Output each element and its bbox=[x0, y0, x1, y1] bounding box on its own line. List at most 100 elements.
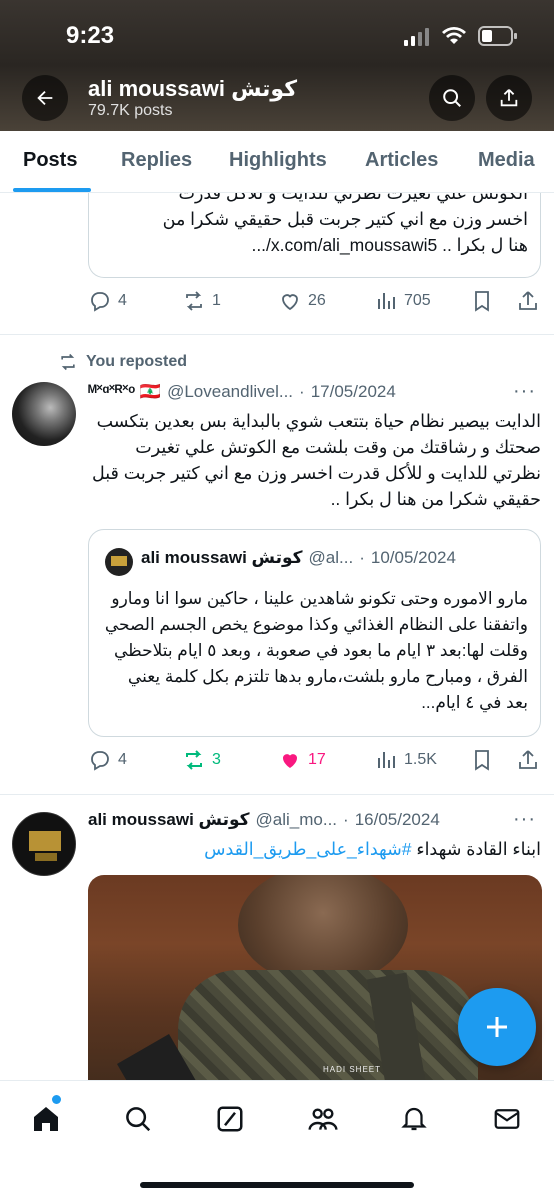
post-actions: 4 1 26 705 bbox=[88, 289, 543, 319]
tab-replies[interactable]: Replies bbox=[121, 149, 192, 172]
author-name[interactable]: ali moussawi كوتش bbox=[88, 810, 250, 830]
quote-line: هنا ل بكرا .. x.com/ali_moussawi5/... bbox=[251, 235, 528, 255]
home-indicator bbox=[140, 1182, 414, 1188]
nav-grok[interactable] bbox=[210, 1099, 250, 1139]
quoted-post-card[interactable]: الكوتش علي تغيرت نظرتي للدايت و للأكل قد… bbox=[88, 180, 541, 278]
share-post-button[interactable] bbox=[516, 748, 540, 772]
view-count: 705 bbox=[404, 292, 431, 309]
share-icon bbox=[519, 750, 537, 769]
share-icon bbox=[519, 291, 537, 310]
more-options-icon[interactable]: ··· bbox=[513, 808, 536, 831]
back-arrow-icon bbox=[37, 90, 53, 106]
repost-button[interactable]: 3 bbox=[182, 748, 221, 772]
author-handle[interactable]: @ali_mo... bbox=[256, 810, 338, 830]
like-button[interactable]: 17 bbox=[278, 748, 326, 772]
views-icon bbox=[378, 293, 395, 309]
author-name[interactable]: ᴹ˟ᵅ˟ᴿ˟ᵒ 🇱🇧 bbox=[88, 382, 161, 402]
views-button[interactable]: 1.5K bbox=[374, 748, 437, 772]
hashtag-link[interactable]: #شهداء_على_طريق_القدس bbox=[204, 839, 411, 859]
post-header: ali moussawi كوتش @ali_mo... · 16/05/202… bbox=[88, 810, 440, 830]
more-options-icon[interactable]: ··· bbox=[513, 380, 536, 403]
share-post-button[interactable] bbox=[516, 289, 540, 313]
signal-icon bbox=[404, 28, 429, 46]
repost-icon bbox=[61, 353, 75, 371]
like-count: 17 bbox=[308, 751, 326, 768]
search-button[interactable] bbox=[429, 75, 475, 121]
post-header: ᴹ˟ᵅ˟ᴿ˟ᵒ 🇱🇧 @Loveandlivel... · 17/05/2024 bbox=[88, 382, 396, 402]
profile-name: ali moussawi كوتش bbox=[88, 76, 298, 101]
avatar[interactable] bbox=[12, 382, 76, 446]
post-divider bbox=[0, 334, 554, 335]
search-icon bbox=[126, 1107, 151, 1132]
messages-icon bbox=[494, 1109, 520, 1129]
post-divider bbox=[0, 794, 554, 795]
tab-articles[interactable]: Articles bbox=[365, 149, 438, 172]
views-button[interactable]: 705 bbox=[374, 289, 431, 313]
repost-count: 1 bbox=[212, 292, 221, 309]
view-count: 1.5K bbox=[404, 751, 437, 768]
nav-notifications[interactable] bbox=[394, 1099, 434, 1139]
repost-indicator: You reposted bbox=[58, 352, 187, 372]
views-icon bbox=[378, 752, 395, 768]
reply-count: 4 bbox=[118, 751, 127, 768]
separator-dot: · bbox=[343, 810, 349, 829]
media-figure-head bbox=[238, 875, 408, 985]
compose-button[interactable] bbox=[458, 988, 536, 1066]
bookmark-button[interactable] bbox=[470, 748, 494, 772]
separator-dot: · bbox=[299, 382, 305, 401]
author-handle[interactable]: @Loveandlivel... bbox=[167, 382, 293, 402]
post-text: ابناء القادة شهداء #شهداء_على_طريق_القدس bbox=[88, 836, 541, 866]
profile-tabs: Posts Replies Highlights Articles Media bbox=[0, 131, 554, 193]
battery-icon bbox=[478, 26, 517, 46]
reply-icon bbox=[91, 292, 109, 312]
bookmark-icon bbox=[475, 291, 489, 312]
post-text-plain: ابناء القادة شهداء bbox=[411, 839, 541, 859]
bookmark-button[interactable] bbox=[470, 289, 494, 313]
nav-communities[interactable] bbox=[303, 1099, 343, 1139]
post-date: 16/05/2024 bbox=[354, 810, 440, 829]
wifi-icon bbox=[442, 27, 466, 44]
nav-explore[interactable] bbox=[118, 1099, 158, 1139]
reply-button[interactable]: 4 bbox=[88, 748, 127, 772]
search-icon bbox=[443, 89, 461, 107]
active-tab-indicator bbox=[13, 188, 91, 192]
separator-dot: · bbox=[359, 548, 365, 567]
share-icon bbox=[500, 89, 518, 107]
quoted-post-header: ali moussawi كوتش @al... · 10/05/2024 bbox=[141, 548, 456, 568]
profile-post-count: 79.7K posts bbox=[88, 102, 173, 119]
share-profile-button[interactable] bbox=[486, 75, 532, 121]
author-name: ali moussawi كوتش bbox=[141, 548, 303, 567]
repost-icon bbox=[186, 291, 202, 311]
like-count: 26 bbox=[308, 292, 326, 309]
tab-media[interactable]: Media bbox=[478, 149, 535, 172]
nav-home[interactable] bbox=[26, 1099, 66, 1139]
post-date: 17/05/2024 bbox=[310, 382, 396, 401]
compose-icon bbox=[487, 1017, 507, 1037]
media-patch-text: HADI SHEET bbox=[323, 1065, 382, 1074]
avatar[interactable] bbox=[12, 812, 76, 876]
post-actions: 4 3 17 1.5K bbox=[88, 748, 543, 778]
author-handle: @al... bbox=[308, 548, 354, 567]
reply-icon bbox=[91, 751, 109, 771]
tab-posts[interactable]: Posts bbox=[23, 149, 77, 172]
tab-highlights[interactable]: Highlights bbox=[229, 149, 327, 172]
communities-icon bbox=[308, 1108, 338, 1130]
post-text: الدايت بيصير نظام حياة بتتعب شوي بالبداي… bbox=[91, 411, 541, 509]
quote-line: اخسر وزن مع اني كتير جربت قبل حقيقي شكرا… bbox=[162, 209, 528, 229]
like-icon bbox=[282, 294, 298, 311]
back-button[interactable] bbox=[22, 75, 68, 121]
notifications-icon bbox=[401, 1107, 427, 1131]
repost-count: 3 bbox=[212, 751, 221, 768]
post-media-image[interactable]: HADI SHEET bbox=[88, 875, 542, 1105]
like-button[interactable]: 26 bbox=[278, 289, 326, 313]
repost-button[interactable]: 1 bbox=[182, 289, 221, 313]
nav-messages[interactable] bbox=[487, 1099, 527, 1139]
home-icon bbox=[34, 1107, 58, 1131]
repost-label: You reposted bbox=[86, 353, 188, 370]
avatar bbox=[105, 548, 133, 576]
quoted-post-card[interactable]: ali moussawi كوتش @al... · 10/05/2024 ما… bbox=[88, 529, 541, 737]
like-icon bbox=[283, 754, 297, 768]
reply-button[interactable]: 4 bbox=[88, 289, 127, 313]
bookmark-icon bbox=[475, 750, 489, 771]
post-date: 10/05/2024 bbox=[370, 548, 456, 567]
